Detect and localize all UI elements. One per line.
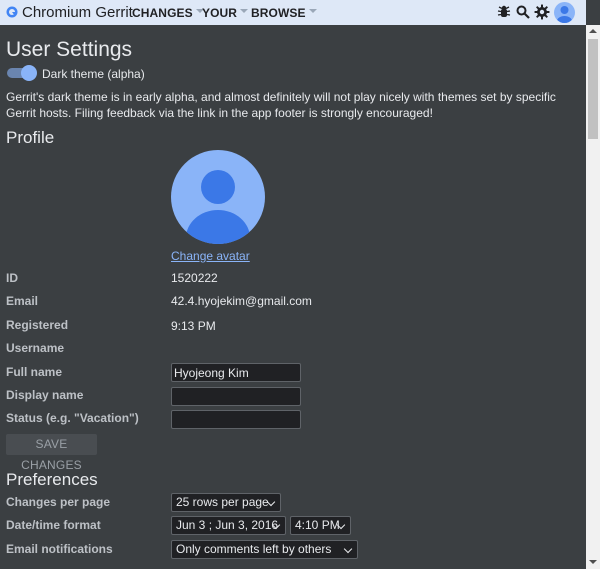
time-format-select[interactable]: 4:10 PM (290, 516, 351, 535)
date-format-select[interactable]: Jun 3 ; Jun 3, 2016 (171, 516, 286, 535)
username-label: Username (6, 341, 65, 355)
toggle-thumb (21, 65, 37, 81)
registered-value: 9:13 PM (171, 319, 216, 333)
full-name-input[interactable] (171, 363, 301, 382)
bug-icon[interactable] (496, 4, 512, 20)
nav-browse-label: BROWSE (251, 6, 306, 20)
dark-theme-notice: Gerrit's dark theme is in early alpha, a… (6, 90, 556, 120)
gear-icon[interactable] (534, 4, 550, 20)
profile-avatar (171, 150, 265, 244)
dark-theme-label: Dark theme (alpha) (42, 67, 145, 81)
save-changes-button[interactable]: SAVE CHANGES (6, 434, 97, 472)
profile-section-title: Profile (6, 128, 55, 147)
email-value: 42.4.hyojekim@gmail.com (171, 294, 312, 308)
changes-per-page-value: 25 rows per page (176, 495, 269, 509)
changes-per-page-select[interactable]: 25 rows per page (171, 493, 281, 512)
gerrit-logo-icon[interactable] (6, 6, 18, 18)
scroll-up-arrow-icon[interactable] (589, 29, 597, 33)
datetime-format-label: Date/time format (6, 518, 101, 532)
page-title: User Settings (6, 38, 133, 61)
nav-your[interactable]: YOUR (202, 6, 249, 20)
date-format-value: Jun 3 ; Jun 3, 2016 (176, 518, 279, 532)
registered-label: Registered (6, 318, 69, 332)
nav-changes-label: CHANGES (132, 6, 193, 20)
display-name-input[interactable] (171, 387, 301, 406)
id-value: 1520222 (171, 271, 218, 285)
app-title[interactable]: Chromium Gerrit (22, 4, 133, 21)
email-label: Email (6, 294, 39, 308)
profile-person-icon (186, 170, 250, 244)
changes-per-page-label: Changes per page (6, 495, 111, 509)
change-avatar-link[interactable]: Change avatar (171, 249, 250, 263)
chevron-down-icon (308, 8, 317, 13)
status-label: Status (e.g. "Vacation") (6, 411, 139, 425)
chevron-down-icon (240, 8, 249, 13)
nav-your-label: YOUR (202, 6, 238, 20)
search-icon[interactable] (515, 4, 531, 20)
time-format-value: 4:10 PM (295, 518, 340, 532)
id-label: ID (6, 271, 18, 285)
dark-theme-toggle[interactable] (7, 65, 37, 81)
display-name-label: Display name (6, 388, 84, 402)
top-header: Chromium Gerrit CHANGES YOUR BROWSE (0, 0, 586, 25)
scroll-thumb[interactable] (588, 39, 598, 139)
page-scrollbar[interactable] (586, 25, 600, 569)
chevron-down-icon (343, 544, 353, 554)
full-name-label: Full name (6, 365, 63, 379)
email-notifications-value: Only comments left by others (176, 542, 332, 556)
avatar-person-icon (557, 6, 572, 23)
scroll-down-arrow-icon[interactable] (589, 560, 597, 564)
email-notifications-select[interactable]: Only comments left by others (171, 540, 358, 559)
nav-browse[interactable]: BROWSE (251, 6, 317, 20)
preferences-section-title: Preferences (6, 470, 98, 489)
status-input[interactable] (171, 410, 301, 429)
account-avatar[interactable] (554, 2, 575, 23)
nav-changes[interactable]: CHANGES (132, 6, 204, 20)
email-notifications-label: Email notifications (6, 542, 113, 556)
